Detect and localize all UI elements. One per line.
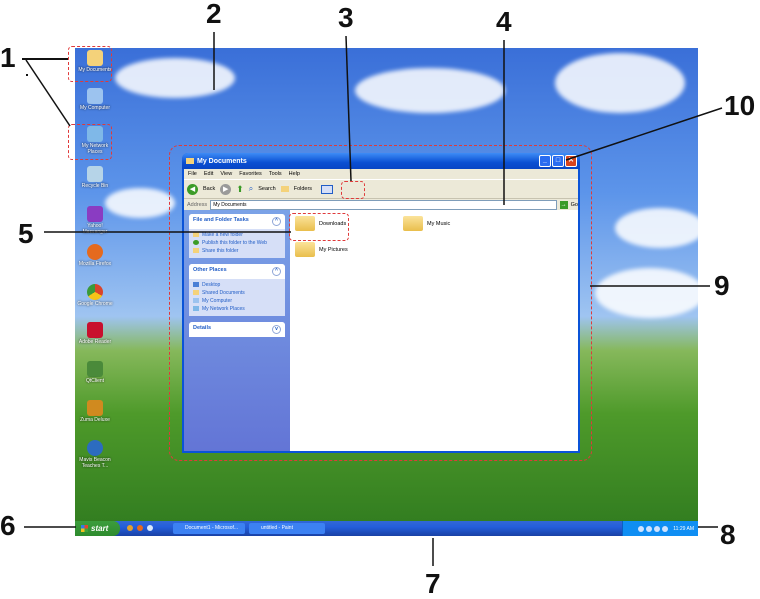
tray-icon[interactable] [654, 525, 661, 532]
icon-label: Mozilla Firefox [78, 261, 112, 267]
desktop-icon-chrome[interactable]: Google Chrome [75, 284, 115, 307]
desktop-icon-firefox[interactable]: Mozilla Firefox [75, 244, 115, 267]
chrome-icon [87, 284, 103, 300]
quicklaunch-media-icon[interactable] [147, 525, 153, 531]
tray-icon[interactable] [662, 525, 669, 532]
start-button[interactable]: start [75, 521, 120, 536]
quicklaunch-firefox-icon[interactable] [137, 525, 143, 531]
icon-label: Recycle Bin [81, 183, 109, 189]
callout-10: 10 [724, 90, 756, 121]
cloud [555, 53, 685, 113]
callout-9: 9 [714, 270, 730, 301]
system-tray: 11:29 AM [622, 521, 698, 536]
callout-4: 4 [496, 6, 512, 37]
highlight-network-places [68, 124, 112, 160]
icon-label: Google Chrome [77, 301, 113, 307]
callout-line [26, 74, 28, 76]
highlight-my-documents [68, 46, 112, 82]
callout-6: 6 [0, 510, 16, 541]
callout-line [25, 59, 71, 127]
desktop-icon-messenger[interactable]: Yahoo! Messenger [75, 206, 115, 235]
adobe-reader-icon [87, 322, 103, 338]
qtclient-icon [87, 361, 103, 377]
desktop-icon-zuma[interactable]: Zuma Deluxe [75, 400, 115, 423]
callout-1: 1 [0, 42, 16, 73]
taskbar-button-paint[interactable]: untitled - Paint [249, 523, 325, 534]
zuma-icon [87, 400, 103, 416]
desktop-icon-recycle-bin[interactable]: Recycle Bin [75, 166, 115, 189]
cloud [355, 68, 505, 113]
clock: 11:29 AM [673, 525, 694, 532]
icon-label: QtClient [85, 378, 105, 384]
icon-label: Adobe Reader [78, 339, 112, 345]
tray-icon[interactable] [646, 525, 653, 532]
callout-line [22, 58, 68, 60]
callout-8: 8 [720, 519, 736, 550]
my-computer-icon [87, 88, 103, 104]
desktop-icon-adobe-reader[interactable]: Adobe Reader [75, 322, 115, 345]
messenger-icon [87, 206, 103, 222]
tray-icon[interactable] [638, 525, 645, 532]
cloud [615, 208, 698, 248]
icon-label: Zuma Deluxe [80, 417, 110, 423]
cloud [595, 268, 698, 318]
icon-label: Yahoo! Messenger [82, 223, 108, 235]
highlight-window [169, 145, 592, 461]
cloud [105, 188, 175, 218]
windows-logo-icon [81, 525, 88, 532]
taskbar-button-document1[interactable]: Document1 - Microsof... [173, 523, 245, 534]
desktop-icon-qtclient[interactable]: QtClient [75, 361, 115, 384]
firefox-icon [87, 244, 103, 260]
callout-3: 3 [338, 2, 354, 33]
recycle-bin-icon [87, 166, 103, 182]
callout-5: 5 [18, 218, 34, 249]
icon-label: Mavis Beacon Teaches T... [79, 457, 111, 469]
callout-2: 2 [206, 0, 222, 29]
desktop-icon-mavis-beacon[interactable]: Mavis Beacon Teaches T... [75, 440, 115, 469]
start-label: start [91, 524, 109, 533]
mavis-beacon-icon [87, 440, 103, 456]
desktop-icon-my-computer[interactable]: My Computer [75, 88, 115, 111]
cloud [115, 58, 235, 98]
taskbar: start Document1 - Microsof... untitled -… [75, 521, 698, 536]
quicklaunch-ie-icon[interactable] [127, 525, 133, 531]
icon-label: My Computer [79, 105, 110, 111]
